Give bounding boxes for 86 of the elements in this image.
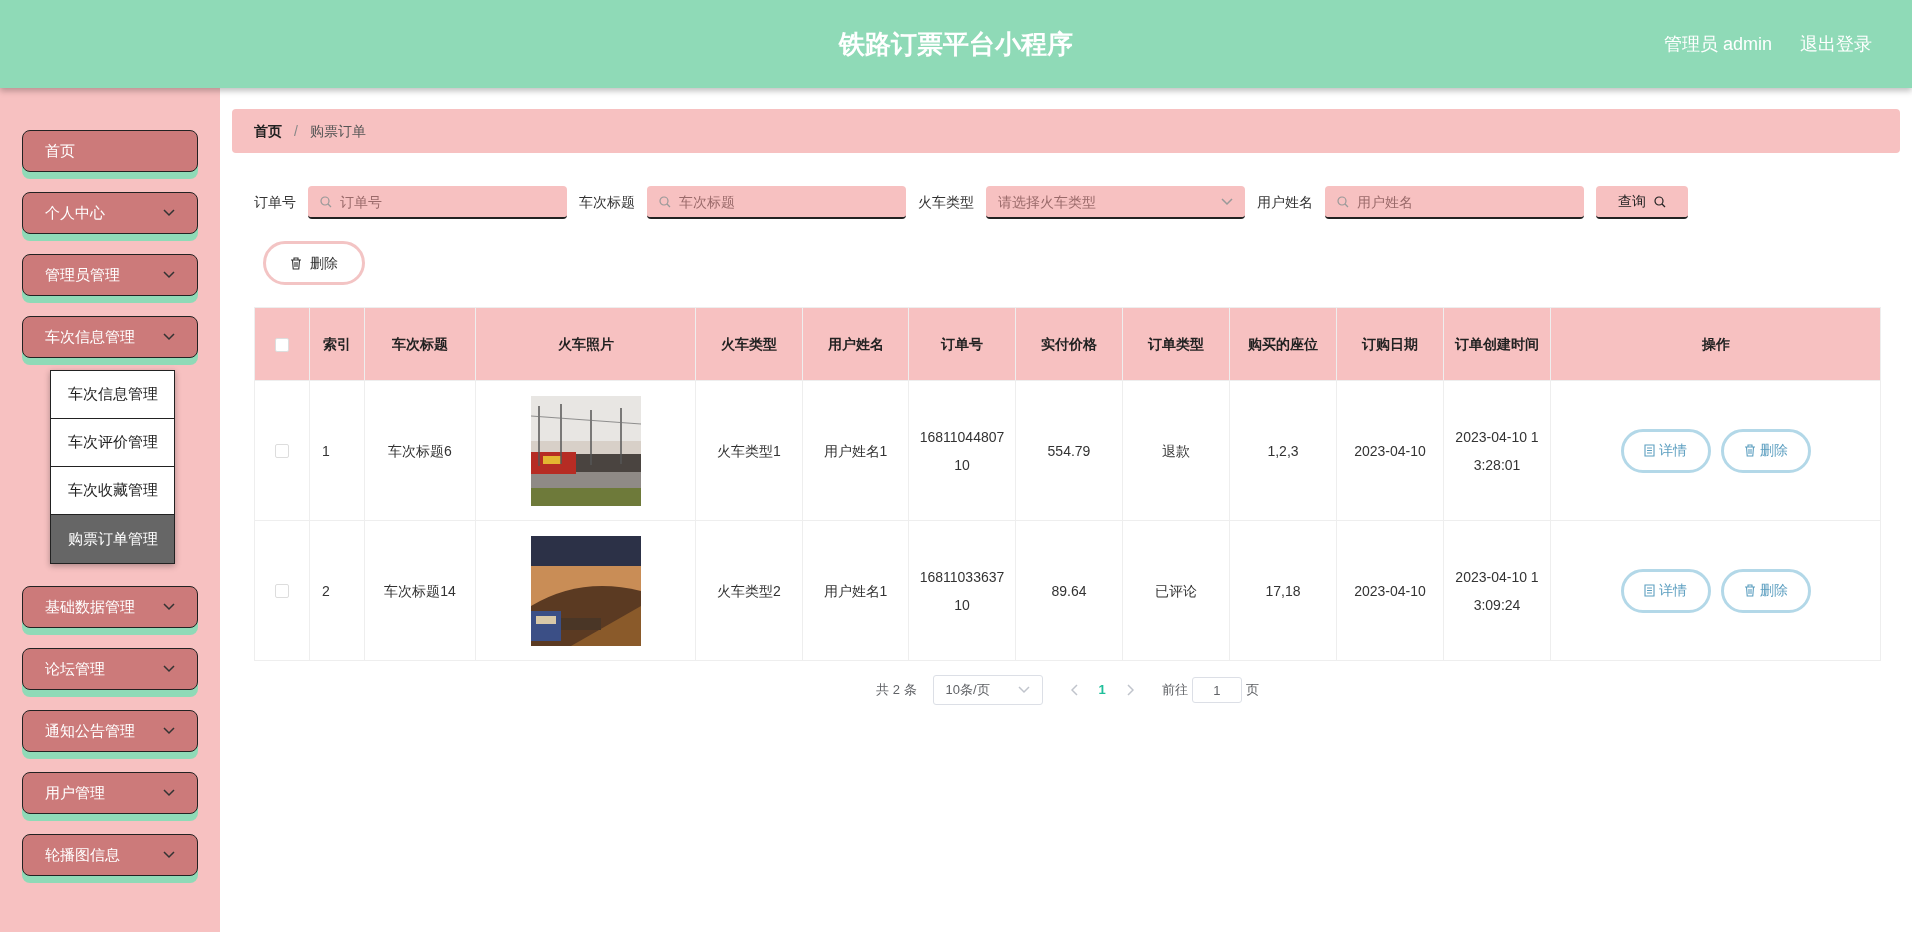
chevron-down-icon: [163, 271, 175, 279]
admin-user-label: 管理员 admin: [1663, 32, 1772, 56]
delete-button[interactable]: 删除: [1720, 428, 1811, 473]
table-cell: 1681104480710: [919, 428, 1005, 473]
table-cell: 1,2,3: [1267, 442, 1299, 459]
column-header: 火车照片: [557, 335, 614, 352]
input-field[interactable]: 用户姓名: [1325, 186, 1584, 219]
column-header: 购买的座位: [1248, 335, 1318, 352]
details-button[interactable]: 详情: [1620, 428, 1711, 473]
page-number[interactable]: 1: [1098, 680, 1106, 700]
page-input[interactable]: 1: [1191, 677, 1242, 703]
table-cell: 车次标题14: [384, 582, 456, 599]
table-cell: 已评论: [1155, 582, 1197, 599]
table-cell: 2023-04-10 13:09:24: [1455, 568, 1539, 613]
total-count: 共 2 条: [876, 681, 917, 700]
row-checkbox[interactable]: [275, 584, 289, 599]
breadcrumb-separator: /: [294, 121, 298, 141]
submenu-item[interactable]: 车次信息管理: [51, 371, 174, 419]
select-field[interactable]: 请选择火车类型: [986, 186, 1245, 219]
table-cell: 火车类型2: [717, 582, 781, 599]
app-title: 铁路订票平台小程序: [839, 27, 1073, 61]
input-field[interactable]: 订单号: [308, 186, 567, 219]
trash-icon: [1743, 444, 1756, 457]
chevron-down-icon: [163, 665, 175, 673]
submenu-item[interactable]: 车次收藏管理: [51, 467, 174, 515]
details-button[interactable]: 详情: [1620, 568, 1711, 613]
select-all-checkbox[interactable]: [275, 337, 289, 352]
table-cell: 用户姓名1: [823, 582, 888, 599]
table-cell: 车次标题6: [388, 442, 452, 459]
chevron-down-icon: [1017, 686, 1030, 694]
chevron-down-icon: [163, 851, 175, 859]
search-icon: [1337, 196, 1349, 208]
row-checkbox[interactable]: [275, 444, 289, 459]
delete-button[interactable]: 删除: [1720, 568, 1811, 613]
table-cell: 1: [322, 442, 330, 459]
input-field[interactable]: 车次标题: [647, 186, 906, 219]
column-header: 实付价格: [1041, 335, 1097, 352]
submenu-item[interactable]: 车次评价管理: [51, 419, 174, 467]
chevron-down-icon: [163, 603, 175, 611]
chevron-down-icon: [163, 333, 175, 341]
table-cell: 2023-04-10 13:28:01: [1455, 428, 1539, 473]
column-header: 用户姓名: [827, 335, 884, 352]
table-cell: 火车类型1: [717, 442, 781, 459]
table-cell: 退款: [1162, 442, 1190, 459]
table-cell: 2023-04-10: [1354, 442, 1426, 459]
search-icon: [659, 196, 671, 208]
logout-link[interactable]: 退出登录: [1800, 30, 1872, 58]
chevron-down-icon: [1221, 198, 1233, 206]
column-header: 火车类型: [721, 335, 777, 352]
document-icon: [1644, 584, 1655, 597]
table-cell: 2: [322, 582, 330, 599]
column-header: 订购日期: [1362, 335, 1418, 352]
table-cell: 17,18: [1265, 582, 1301, 599]
chevron-down-icon: [163, 789, 175, 797]
trash-icon: [1743, 584, 1756, 597]
column-header: 索引: [323, 335, 351, 352]
table-cell: 2023-04-10: [1354, 582, 1426, 599]
page-size-select[interactable]: 10条/页: [932, 675, 1043, 705]
table-cell: 89.64: [1051, 582, 1087, 599]
filter-label: 车次标题: [579, 193, 635, 212]
page-suffix: 页: [1245, 681, 1259, 700]
breadcrumb-link[interactable]: 购票订单: [309, 120, 366, 142]
column-header: 操作: [1701, 335, 1730, 352]
column-header: 订单创建时间: [1455, 335, 1539, 352]
trash-icon: [290, 256, 302, 270]
document-icon: [1644, 444, 1655, 457]
column-header: 车次标题: [392, 335, 448, 352]
chevron-down-icon: [163, 209, 175, 217]
filter-label: 火车类型: [918, 193, 974, 212]
search-icon: [1654, 195, 1666, 208]
chevron-down-icon: [163, 727, 175, 735]
table-cell: 554.79: [1047, 442, 1091, 459]
submenu-item[interactable]: 购票订单管理: [51, 515, 174, 563]
breadcrumb-link[interactable]: 首页: [254, 120, 282, 142]
table-cell: 用户姓名1: [823, 442, 888, 459]
column-header: 订单号: [941, 335, 983, 352]
filter-label: 订单号: [254, 193, 296, 212]
previous-page-icon[interactable]: [1070, 684, 1079, 696]
search-button[interactable]: 查询: [1596, 186, 1688, 219]
filter-label: 用户姓名: [1257, 193, 1313, 212]
delete-button[interactable]: 删除: [263, 241, 365, 285]
search-icon: [320, 196, 332, 208]
column-header: 订单类型: [1148, 335, 1204, 352]
table-cell: 1681103363710: [919, 568, 1005, 613]
goto-label: 前往: [1161, 681, 1188, 700]
next-page-icon[interactable]: [1125, 684, 1134, 696]
